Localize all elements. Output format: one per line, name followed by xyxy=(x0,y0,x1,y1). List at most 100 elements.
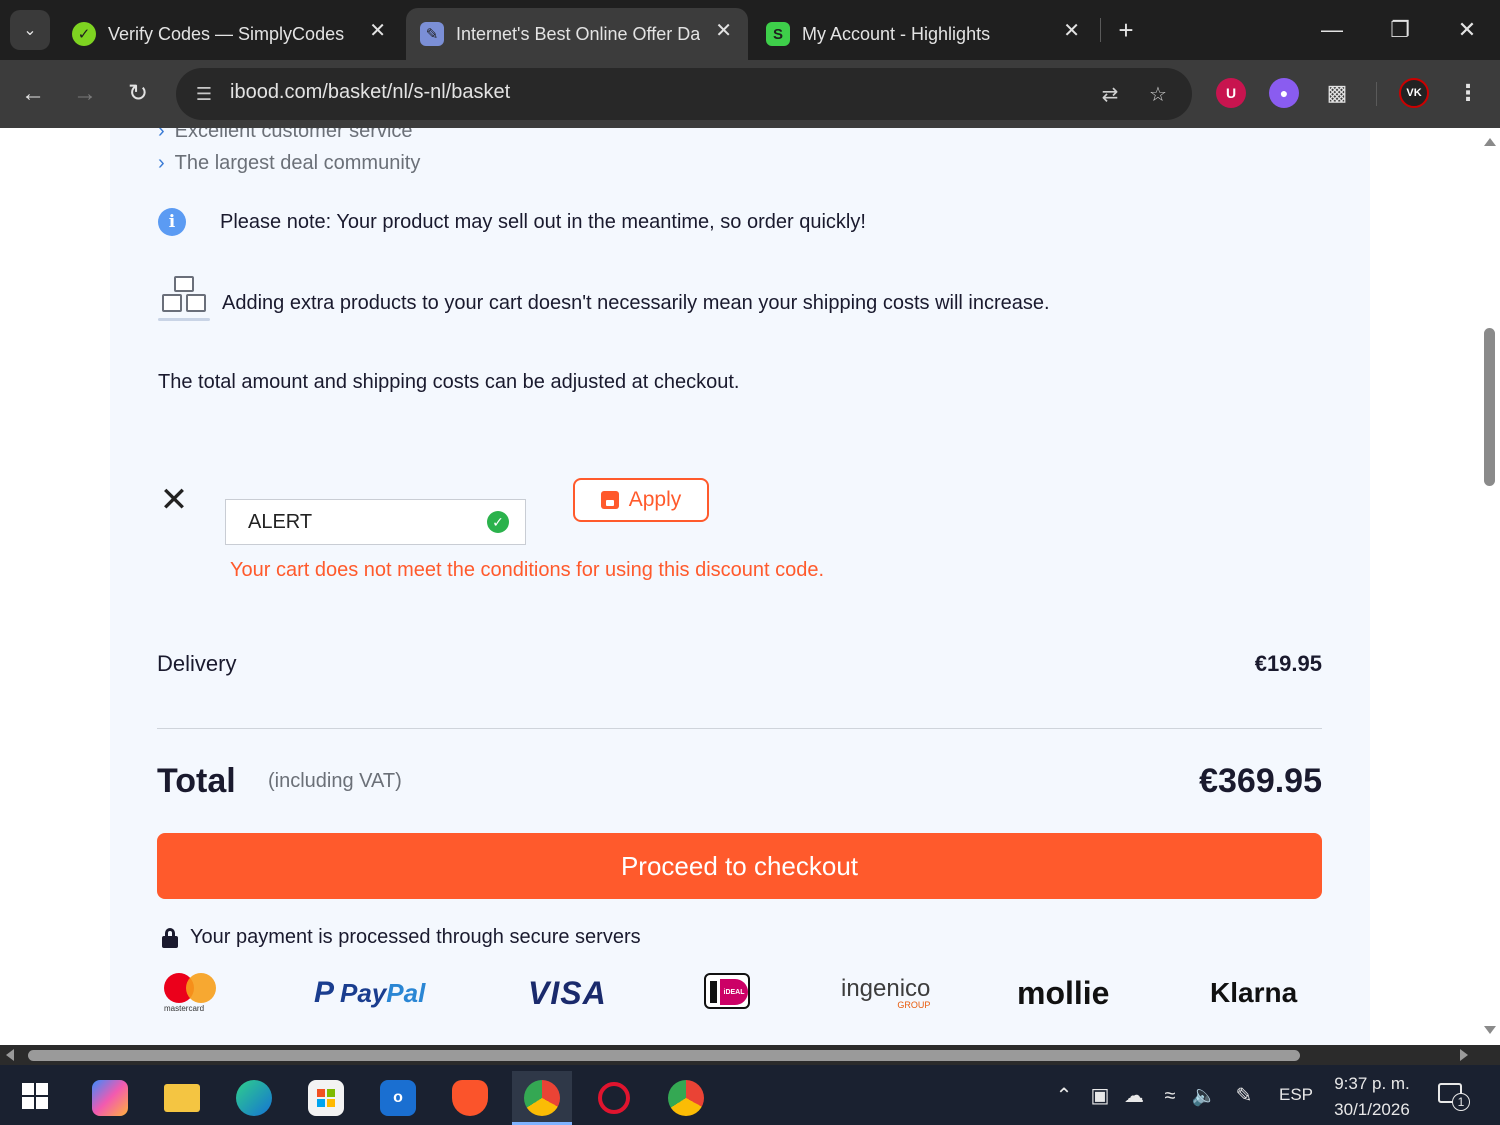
scroll-up-arrow-icon[interactable] xyxy=(1484,138,1496,146)
chevron-up-icon[interactable]: ⌃ xyxy=(1051,1083,1077,1109)
taskbar-store[interactable] xyxy=(296,1071,356,1125)
minimize-icon: — xyxy=(1321,17,1343,42)
forward-button[interactable]: → xyxy=(65,74,105,114)
browser-toolbar: ← → ↻ ☰ ibood.com/basket/nl/s-nl/basket … xyxy=(0,60,1500,128)
new-tab-button[interactable]: + xyxy=(1112,14,1140,46)
windows-start-icon[interactable] xyxy=(22,1083,48,1109)
tab-separator xyxy=(1100,18,1101,42)
extension-icon[interactable]: ● xyxy=(1269,78,1299,108)
discount-code-input[interactable] xyxy=(226,500,476,544)
input-language[interactable]: ESP xyxy=(1279,1085,1313,1105)
ublock-extension-icon[interactable]: U xyxy=(1216,78,1246,108)
translate-icon[interactable]: ⇄ xyxy=(1095,80,1125,110)
shopify-favicon-icon: S xyxy=(766,22,790,46)
scrollbar-thumb[interactable] xyxy=(28,1050,1300,1061)
total-label: Total xyxy=(157,762,236,800)
restore-button[interactable]: ❐ xyxy=(1380,12,1420,48)
more-menu-icon[interactable]: ⋮ xyxy=(1453,78,1483,108)
tab-search-button[interactable]: ⌄ xyxy=(10,10,50,50)
scroll-down-arrow-icon[interactable] xyxy=(1484,1026,1496,1034)
pen-icon[interactable]: ✎ xyxy=(1231,1083,1257,1109)
profile-avatar[interactable]: VK xyxy=(1399,78,1429,108)
arrow-right-icon: → xyxy=(73,80,97,107)
plus-icon: + xyxy=(1118,15,1134,45)
taskbar-opera[interactable] xyxy=(584,1071,644,1125)
taskbar-outlook[interactable]: o xyxy=(368,1071,428,1125)
usp-text: Excellent customer service xyxy=(174,128,413,142)
tab-simplycodes[interactable]: ✓ Verify Codes — SimplyCodes ✕ xyxy=(58,8,402,60)
bookmark-star-icon[interactable]: ☆ xyxy=(1143,80,1173,110)
scroll-left-arrow-icon[interactable] xyxy=(6,1049,14,1061)
back-button[interactable]: ← xyxy=(13,74,53,114)
sellout-note: i Please note: Your product may sell out… xyxy=(158,208,866,236)
edge-icon xyxy=(236,1080,272,1116)
taskbar-file-explorer[interactable] xyxy=(152,1071,212,1125)
paypal-wordmark-b: Pal xyxy=(386,977,426,1008)
windows-taskbar: o ⌃ ▣ ☁ ≈ 🔈 ✎ ESP 9:37 p. m. 30/1/2026 1 xyxy=(0,1065,1500,1125)
close-window-button[interactable]: ✕ xyxy=(1447,12,1487,48)
tab-ibood[interactable]: ✎ Internet's Best Online Offer Dail ✕ xyxy=(406,8,748,60)
teams-icon[interactable]: ▣ xyxy=(1087,1083,1113,1109)
wifi-icon[interactable]: ≈ xyxy=(1157,1083,1183,1109)
usp-text: The largest deal community xyxy=(174,152,421,174)
system-clock[interactable]: 9:37 p. m. 30/1/2026 xyxy=(1326,1071,1418,1123)
url-text[interactable]: ibood.com/basket/nl/s-nl/basket xyxy=(230,81,510,104)
info-icon: i xyxy=(158,208,186,236)
tab-title: Internet's Best Online Offer Dail xyxy=(456,23,700,44)
chrome-icon xyxy=(668,1080,704,1116)
apply-label: Apply xyxy=(628,488,682,511)
page-viewport: › Excellent customer service › The largest… xyxy=(0,128,1480,1045)
apply-discount-button[interactable]: Apply xyxy=(573,478,709,522)
ingenico-group-label: GROUP xyxy=(897,999,931,1010)
shipping-note-text: Adding extra products to your cart doesn… xyxy=(222,291,1050,314)
secure-payment-note: Your payment is processed through secure… xyxy=(162,926,641,949)
minimize-button[interactable]: — xyxy=(1312,12,1352,48)
klarna-logo: Klarna xyxy=(1210,977,1298,1008)
tab-my-account[interactable]: S My Account - Highlights ✕ xyxy=(752,8,1096,60)
close-icon[interactable]: ✕ xyxy=(715,18,732,43)
store-icon xyxy=(308,1080,344,1116)
close-icon[interactable]: ✕ xyxy=(1063,18,1080,43)
simplycodes-favicon-icon: ✓ xyxy=(72,22,96,46)
notification-count: 1 xyxy=(1452,1093,1470,1111)
restore-icon: ❐ xyxy=(1390,17,1410,42)
taskbar-chrome-profile[interactable] xyxy=(656,1071,716,1125)
lock-icon xyxy=(162,927,178,948)
ingenico-wordmark: ingenico xyxy=(841,974,931,1002)
brave-icon xyxy=(452,1080,488,1116)
outlook-icon: o xyxy=(380,1080,416,1116)
tab-title: Verify Codes — SimplyCodes xyxy=(108,23,345,44)
taskbar-brave[interactable] xyxy=(440,1071,500,1125)
discount-error-message: Your cart does not meet the conditions f… xyxy=(230,559,825,581)
total-price: €369.95 xyxy=(1199,762,1322,800)
usp-item: › The largest deal community xyxy=(158,152,420,175)
scroll-right-arrow-icon[interactable] xyxy=(1460,1049,1468,1061)
taskbar-copilot[interactable] xyxy=(80,1071,140,1125)
opera-icon xyxy=(598,1082,630,1114)
extensions-puzzle-icon[interactable]: ▩ xyxy=(1322,78,1352,108)
remove-discount-button[interactable]: ✕ xyxy=(156,482,192,518)
site-settings-icon[interactable]: ☰ xyxy=(190,80,218,108)
notification-center-button[interactable]: 1 xyxy=(1438,1081,1470,1111)
onedrive-icon[interactable]: ☁ xyxy=(1121,1083,1147,1109)
reload-button[interactable]: ↻ xyxy=(118,74,158,114)
scrollbar-thumb[interactable] xyxy=(1484,328,1495,486)
scrollbar-corner xyxy=(1480,1045,1500,1065)
close-icon: ✕ xyxy=(1457,17,1477,42)
vertical-scrollbar[interactable] xyxy=(1480,128,1500,1045)
address-bar[interactable]: ☰ ibood.com/basket/nl/s-nl/basket ⇄ ☆ xyxy=(176,68,1192,120)
divider xyxy=(157,728,1322,729)
reload-icon: ↻ xyxy=(127,80,149,107)
delivery-price: €19.95 xyxy=(1254,651,1322,676)
volume-icon[interactable]: 🔈 xyxy=(1191,1083,1217,1109)
taskbar-edge[interactable] xyxy=(224,1071,284,1125)
taskbar-chrome[interactable] xyxy=(512,1071,572,1125)
proceed-to-checkout-button[interactable]: Proceed to checkout xyxy=(157,833,1322,899)
horizontal-scrollbar[interactable] xyxy=(0,1045,1480,1065)
close-icon[interactable]: ✕ xyxy=(369,18,386,43)
discount-code-field[interactable]: ✓ xyxy=(225,499,526,545)
chevron-right-icon: › xyxy=(158,128,165,142)
toolbar-separator xyxy=(1376,82,1377,106)
visa-logo: VISA xyxy=(528,974,607,1011)
adjust-note: The total amount and shipping costs can … xyxy=(158,371,740,393)
